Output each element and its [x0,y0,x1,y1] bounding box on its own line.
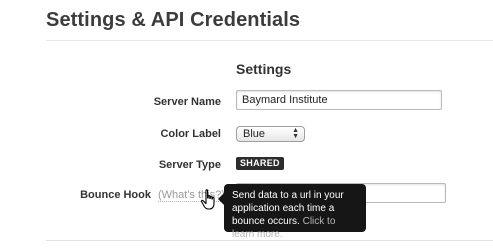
color-label-selected: Blue [243,128,266,140]
hand-pointer-icon [200,189,215,210]
settings-page: Settings & API Credentials Settings Serv… [0,0,493,251]
page-title: Settings & API Credentials [46,9,301,31]
section-title: Settings [236,61,292,77]
server-name-input[interactable]: Baymard Institute [236,90,442,110]
bounce-hook-label: Bounce Hook [80,189,151,201]
bottom-divider [46,240,493,241]
server-type-badge: SHARED [236,157,284,170]
server-name-label: Server Name [153,96,221,108]
color-label-select[interactable]: Blue ▲ ▼ [236,126,305,142]
color-label-label: Color Label [160,128,221,140]
server-type-label: Server Type [158,159,221,171]
up-down-arrows-icon: ▲ ▼ [292,127,299,140]
bounce-hook-tooltip[interactable]: Send data to a url in your application e… [218,184,366,240]
tooltip-arrow [218,193,224,205]
title-divider [46,40,493,41]
